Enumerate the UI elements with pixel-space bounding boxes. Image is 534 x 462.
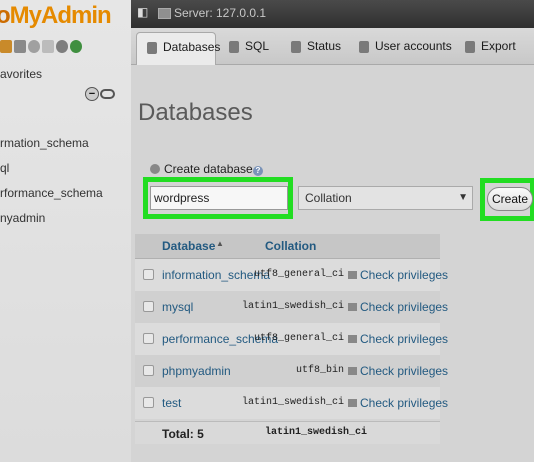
settings-icon[interactable]	[56, 40, 68, 53]
database-link[interactable]: mysql	[162, 300, 193, 314]
tab-label: Status	[307, 39, 342, 53]
table-row: test latin1_swedish_ci Check privileges	[135, 387, 448, 419]
favorites-toggle[interactable]: avorites	[0, 67, 42, 81]
collation-value: latin1_swedish_ci	[241, 301, 344, 312]
collation-value: utf8_bin	[295, 365, 344, 376]
column-header-database[interactable]: Database	[162, 239, 215, 253]
collation-value: utf8_general_ci	[253, 269, 344, 280]
database-link[interactable]: phpmyadmin	[162, 364, 231, 378]
collapse-panel-icon[interactable]: ◧	[137, 6, 148, 18]
create-database-label: Create database	[164, 162, 253, 176]
collapse-controls: −	[85, 87, 115, 101]
export-icon	[465, 40, 475, 53]
tree-item-phpmyadmin[interactable]: nyadmin	[0, 211, 45, 225]
users-icon	[359, 40, 369, 53]
tab-export[interactable]: Export	[465, 32, 516, 64]
collation-value: latin1_swedish_ci	[241, 397, 344, 408]
check-privileges-label: Check privileges	[360, 364, 449, 378]
reload-icon[interactable]	[70, 40, 82, 53]
tab-databases[interactable]: Databases	[136, 32, 220, 65]
check-privileges-link[interactable]: Check privileges	[348, 396, 448, 410]
row-checkbox[interactable]	[143, 333, 154, 344]
server-icon	[158, 8, 171, 19]
column-header-collation[interactable]: Collation	[265, 239, 316, 253]
collation-select-value: Collation	[305, 191, 352, 205]
collation-select[interactable]: Collation ▼	[298, 186, 473, 210]
create-database-heading: Create database	[150, 162, 253, 176]
table-header: Database ▲ Collation	[135, 234, 440, 259]
status-icon	[291, 40, 301, 53]
table-row: performance_schema utf8_general_ci Check…	[135, 323, 448, 355]
logo-prefix: o	[0, 2, 11, 29]
collapse-all-icon[interactable]: −	[85, 87, 99, 101]
database-link[interactable]: test	[162, 396, 181, 410]
privileges-icon	[348, 271, 357, 279]
total-label: Total: 5	[162, 427, 204, 441]
help-icon[interactable]: ?	[253, 166, 263, 176]
tree-item-performance-schema[interactable]: rformance_schema	[0, 186, 103, 200]
database-icon	[147, 41, 157, 54]
table-row: mysql latin1_swedish_ci Check privileges	[135, 291, 448, 323]
create-button[interactable]: Create	[487, 187, 533, 211]
total-collation: latin1_swedish_ci	[265, 427, 368, 438]
collation-value: utf8_general_ci	[253, 333, 344, 344]
phpmyadmin-logo[interactable]: oMyAdmin	[0, 2, 112, 30]
tab-label: User accounts	[375, 39, 452, 53]
sql-icon	[229, 40, 239, 53]
tab-label: Export	[481, 39, 516, 53]
home-icon[interactable]	[0, 40, 12, 53]
navigation-panel: oMyAdmin avorites − rmation_schema ql rf…	[0, 0, 132, 462]
privileges-icon	[348, 303, 357, 311]
table-total-row: Total: 5 latin1_swedish_ci	[135, 421, 440, 444]
logo-name: MyAdmin	[9, 2, 112, 29]
row-checkbox[interactable]	[143, 397, 154, 408]
nav-icon-bar	[0, 40, 90, 58]
row-checkbox[interactable]	[143, 365, 154, 376]
exit-icon[interactable]	[14, 40, 26, 53]
chevron-down-icon: ▼	[458, 192, 468, 203]
privileges-icon	[348, 367, 357, 375]
server-breadcrumb-bar: ◧ Server: 127.0.0.1	[131, 0, 534, 28]
tab-bar: Databases SQL Status User accounts Expor…	[131, 28, 534, 65]
tab-label: SQL	[245, 39, 270, 53]
tab-sql[interactable]: SQL	[229, 32, 269, 64]
table-row: phpmyadmin utf8_bin Check privileges	[135, 355, 448, 387]
page-title: Databases	[138, 99, 253, 126]
table-row: information_schema utf8_general_ci Check…	[135, 259, 448, 291]
row-checkbox[interactable]	[143, 301, 154, 312]
link-with-main-icon[interactable]	[100, 89, 115, 99]
check-privileges-label: Check privileges	[360, 268, 449, 282]
check-privileges-label: Check privileges	[360, 332, 449, 346]
check-privileges-link[interactable]: Check privileges	[348, 300, 448, 314]
check-privileges-link[interactable]: Check privileges	[348, 332, 448, 346]
tab-user-accounts[interactable]: User accounts	[359, 32, 452, 64]
row-checkbox[interactable]	[143, 269, 154, 280]
tree-item-information-schema[interactable]: rmation_schema	[0, 136, 89, 150]
tab-label: Databases	[163, 40, 221, 54]
create-db-icon	[150, 164, 160, 174]
sort-ascending-icon[interactable]: ▲	[216, 239, 224, 248]
document-icon[interactable]	[42, 40, 54, 53]
check-privileges-label: Check privileges	[360, 300, 449, 314]
check-privileges-link[interactable]: Check privileges	[348, 364, 448, 378]
tab-status[interactable]: Status	[291, 32, 341, 64]
tree-item-mysql[interactable]: ql	[0, 161, 9, 175]
database-name-input[interactable]	[150, 186, 288, 210]
check-privileges-label: Check privileges	[360, 396, 449, 410]
docs-icon[interactable]	[28, 40, 40, 53]
server-label[interactable]: Server: 127.0.0.1	[174, 6, 266, 20]
privileges-icon	[348, 335, 357, 343]
check-privileges-link[interactable]: Check privileges	[348, 268, 448, 282]
privileges-icon	[348, 399, 357, 407]
main-content: Databases Create database ? Collation ▼ C…	[131, 65, 534, 462]
